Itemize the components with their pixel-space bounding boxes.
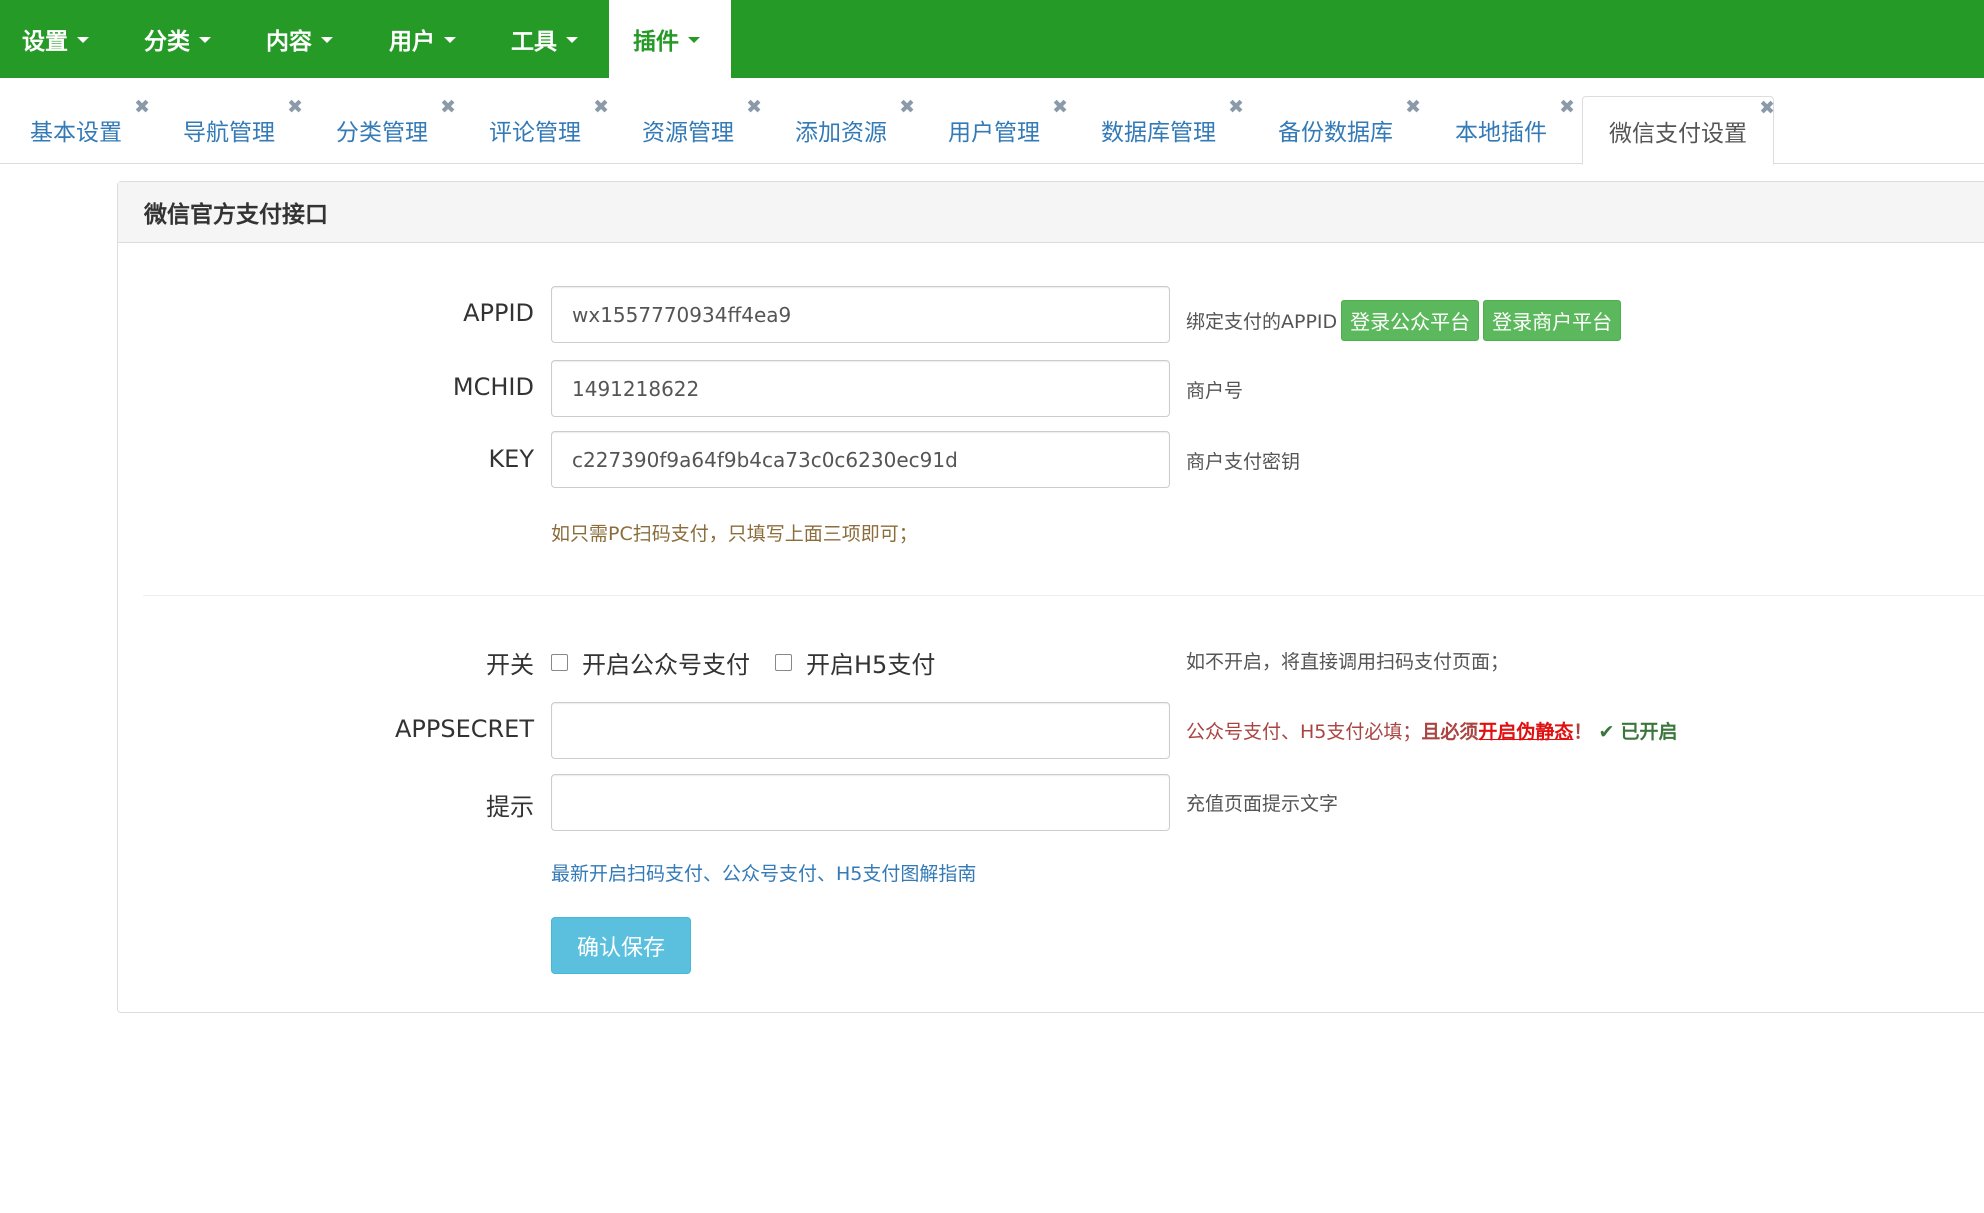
enable-mp-pay-checkbox[interactable]	[551, 654, 568, 671]
enable-h5-pay-option[interactable]: 开启H5支付	[775, 645, 935, 680]
nav-menu-tools[interactable]: 工具	[489, 0, 609, 78]
nav-menu-label: 工具	[511, 29, 557, 55]
appid-input[interactable]	[551, 286, 1170, 343]
close-icon[interactable]: ✖	[899, 98, 915, 117]
close-icon[interactable]: ✖	[593, 98, 609, 117]
tab-label: 导航管理	[183, 120, 275, 146]
check-icon: ✔	[1598, 721, 1615, 743]
mchid-help: 商户号	[1186, 380, 1244, 402]
tab-label: 资源管理	[642, 120, 734, 146]
close-icon[interactable]: ✖	[746, 98, 762, 117]
tab-resource-management[interactable]: 资源管理 ✖	[616, 96, 762, 164]
tab-category-management[interactable]: 分类管理 ✖	[310, 96, 456, 164]
caret-down-icon	[444, 37, 456, 43]
nav-menu-users[interactable]: 用户	[367, 0, 489, 78]
tab-label: 用户管理	[948, 120, 1040, 146]
close-icon[interactable]: ✖	[134, 98, 150, 117]
key-input[interactable]	[551, 431, 1170, 488]
login-mp-platform-button[interactable]: 登录公众平台	[1341, 300, 1480, 341]
enable-rewrite-link[interactable]: 开启伪静态	[1478, 721, 1573, 743]
wechat-pay-panel: 微信官方支付接口 APPID 绑定支付的APPID 登录公众平台 登录商户平台 …	[117, 181, 1984, 1013]
tab-label: 分类管理	[336, 120, 428, 146]
top-navbar: 设置 分类 内容 用户 工具 插件	[0, 0, 1984, 78]
nav-menu-plugins[interactable]: 插件	[609, 0, 731, 78]
key-label: KEY	[488, 445, 534, 473]
close-icon[interactable]: ✖	[287, 98, 303, 117]
tab-local-plugins[interactable]: 本地插件 ✖	[1429, 96, 1575, 164]
appid-help: 绑定支付的APPID 登录公众平台 登录商户平台	[1186, 300, 1622, 341]
tab-comment-management[interactable]: 评论管理 ✖	[463, 96, 609, 164]
nav-menu-content[interactable]: 内容	[244, 0, 367, 78]
tab-label: 基本设置	[30, 120, 122, 146]
switch-label: 开关	[486, 651, 534, 679]
tab-label: 添加资源	[795, 120, 887, 146]
caret-down-icon	[566, 37, 578, 43]
confirm-save-button[interactable]: 确认保存	[551, 917, 691, 974]
pc-scan-note: 如只需PC扫码支付，只填写上面三项即可；	[551, 523, 918, 545]
enable-mp-pay-label: 开启公众号支付	[582, 651, 750, 679]
payment-guide-link[interactable]: 最新开启扫码支付、公众号支付、H5支付图解指南	[551, 859, 976, 886]
tab-label: 评论管理	[489, 120, 581, 146]
appid-label: APPID	[463, 299, 534, 327]
tab-nav-management[interactable]: 导航管理 ✖	[157, 96, 303, 164]
appsecret-help-exclaim: ！	[1573, 721, 1593, 743]
tab-label: 数据库管理	[1101, 120, 1216, 146]
tab-bar: 基本设置 ✖ 导航管理 ✖ 分类管理 ✖ 评论管理 ✖ 资源管理 ✖ 添加资源 …	[0, 78, 1984, 165]
tip-input[interactable]	[551, 774, 1170, 831]
tab-backup-database[interactable]: 备份数据库 ✖	[1252, 96, 1421, 164]
enable-h5-pay-checkbox[interactable]	[775, 654, 792, 671]
close-icon[interactable]: ✖	[1559, 98, 1575, 117]
login-merchant-platform-button[interactable]: 登录商户平台	[1483, 300, 1622, 341]
enable-h5-pay-label: 开启H5支付	[806, 651, 936, 679]
appsecret-label: APPSECRET	[394, 715, 534, 743]
tab-user-management[interactable]: 用户管理 ✖	[922, 96, 1068, 164]
panel-title: 微信官方支付接口	[118, 182, 1984, 243]
key-help: 商户支付密钥	[1186, 451, 1301, 473]
tab-label: 微信支付设置	[1609, 120, 1747, 147]
caret-down-icon	[199, 37, 211, 43]
nav-menu-label: 内容	[266, 29, 312, 55]
caret-down-icon	[688, 37, 700, 43]
appid-help-text: 绑定支付的APPID	[1186, 311, 1338, 333]
tip-help: 充值页面提示文字	[1186, 793, 1339, 815]
close-icon[interactable]: ✖	[440, 98, 456, 117]
caret-down-icon	[77, 37, 89, 43]
nav-menu-label: 设置	[22, 29, 68, 55]
tab-label: 本地插件	[1455, 120, 1547, 146]
nav-menu-label: 用户	[389, 29, 435, 55]
mchid-input[interactable]	[551, 360, 1170, 417]
tab-basic-settings[interactable]: 基本设置 ✖	[4, 96, 150, 164]
appsecret-help-bold: 且必须	[1421, 721, 1479, 743]
section-divider	[143, 595, 1984, 596]
rewrite-status-text: 已开启	[1620, 721, 1678, 743]
appsecret-help-prefix: 公众号支付、H5支付必填；	[1186, 721, 1422, 743]
tab-database-management[interactable]: 数据库管理 ✖	[1075, 96, 1244, 164]
mchid-label: MCHID	[452, 373, 534, 401]
tab-add-resource[interactable]: 添加资源 ✖	[769, 96, 915, 164]
nav-menu-categories[interactable]: 分类	[122, 0, 244, 78]
close-icon[interactable]: ✖	[1759, 99, 1775, 118]
nav-menu-label: 插件	[633, 29, 679, 55]
close-icon[interactable]: ✖	[1228, 98, 1244, 117]
nav-menu-label: 分类	[144, 29, 190, 55]
tab-label: 备份数据库	[1278, 120, 1393, 146]
tip-label: 提示	[486, 793, 534, 821]
enable-mp-pay-option[interactable]: 开启公众号支付	[551, 645, 750, 680]
appsecret-input[interactable]	[551, 702, 1170, 759]
close-icon[interactable]: ✖	[1052, 98, 1068, 117]
tab-wechat-pay-settings[interactable]: 微信支付设置 ✖	[1582, 96, 1775, 165]
appsecret-help: 公众号支付、H5支付必填；且必须开启伪静态！ ✔ 已开启	[1186, 717, 1677, 744]
close-icon[interactable]: ✖	[1405, 98, 1421, 117]
nav-menu-settings[interactable]: 设置	[0, 0, 122, 78]
switch-help: 如不开启，将直接调用扫码支付页面；	[1186, 651, 1510, 673]
caret-down-icon	[321, 37, 333, 43]
